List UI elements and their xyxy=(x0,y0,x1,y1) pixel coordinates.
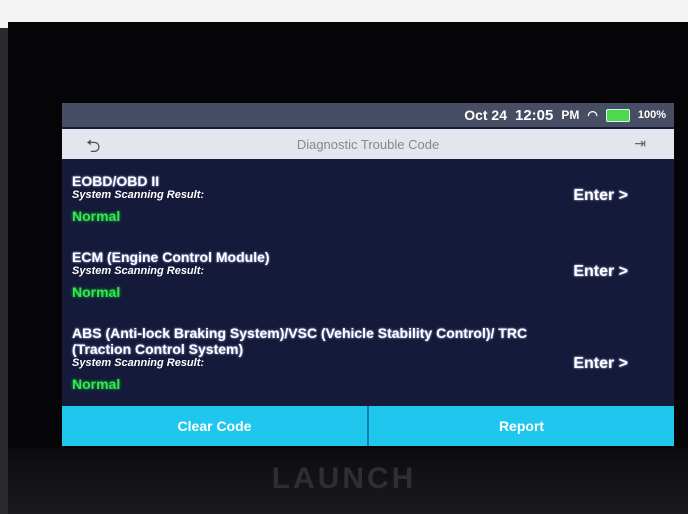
system-name: ABS (Anti-lock Braking System)/VSC (Vehi… xyxy=(72,325,528,357)
system-item-eobd: EOBD/OBD II System Scanning Result: Norm… xyxy=(62,165,674,241)
clear-code-button[interactable]: Clear Code xyxy=(62,406,367,446)
system-name: EOBD/OBD II xyxy=(72,173,160,189)
system-item-abs: ABS (Anti-lock Braking System)/VSC (Vehi… xyxy=(62,317,674,413)
battery-percent: 100% xyxy=(637,109,666,121)
status-bar: Oct 24 12:05 PM ◠ 100% xyxy=(62,103,674,127)
ampm-indicator: PM xyxy=(561,108,580,122)
enter-button[interactable]: Enter > xyxy=(573,355,628,373)
enter-button[interactable]: Enter > xyxy=(573,263,628,281)
system-status: Normal xyxy=(72,376,121,392)
device-brand-logo: LAUNCH xyxy=(271,462,417,495)
page-title: Diagnostic Trouble Code xyxy=(296,136,440,152)
title-bar: ⮌ Diagnostic Trouble Code ⇥ xyxy=(62,129,674,159)
status-date: Oct 24 xyxy=(464,107,507,123)
back-icon[interactable]: ⮌ xyxy=(86,134,100,164)
action-bar: Clear Code Report xyxy=(62,406,674,446)
enter-button[interactable]: Enter > xyxy=(573,187,628,205)
system-status: Normal xyxy=(72,208,121,224)
device-screen: Oct 24 12:05 PM ◠ 100% ⮌ Diagnostic Trou… xyxy=(62,103,674,446)
wifi-icon: ◠ xyxy=(587,108,598,122)
status-time: 12:05 xyxy=(515,106,554,124)
system-status: Normal xyxy=(72,284,121,300)
system-name: ECM (Engine Control Module) xyxy=(72,249,270,265)
system-list: EOBD/OBD II System Scanning Result: Norm… xyxy=(62,165,674,413)
exit-icon[interactable]: ⇥ xyxy=(634,135,646,152)
system-item-ecm: ECM (Engine Control Module) System Scann… xyxy=(62,241,674,317)
battery-icon xyxy=(605,108,630,122)
report-button[interactable]: Report xyxy=(369,406,674,446)
